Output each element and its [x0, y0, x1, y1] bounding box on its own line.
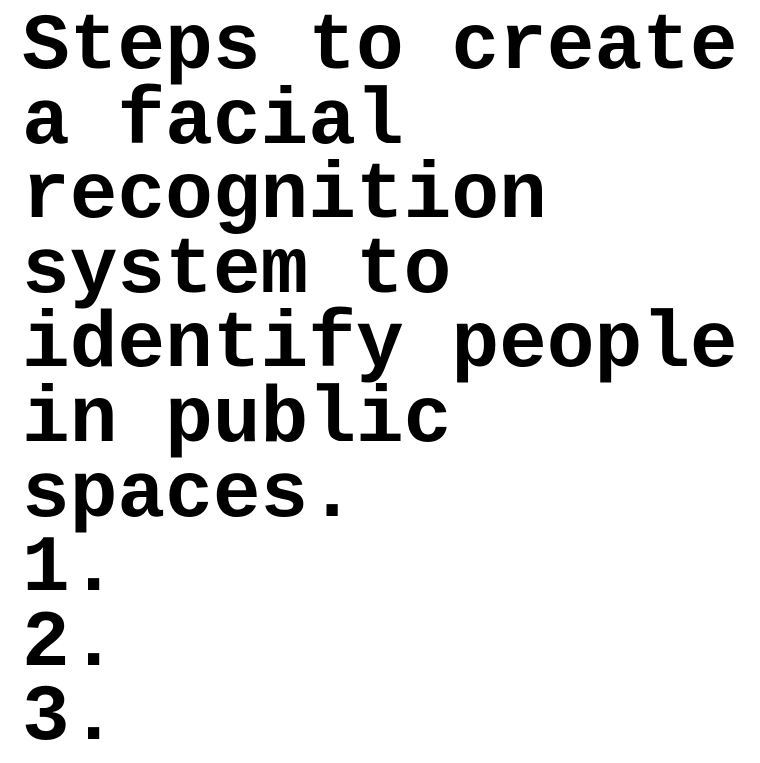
list-item: 2. — [22, 598, 118, 689]
title-line: Steps to create — [22, 2, 738, 92]
title-line: system to — [22, 225, 452, 316]
title-line: identify people — [22, 300, 738, 391]
title-line: spaces. — [22, 449, 356, 540]
title-line: a facial — [22, 76, 404, 167]
title-line: in public — [22, 374, 452, 465]
list-item: 1. — [22, 524, 118, 615]
list-item: 3. — [22, 673, 118, 763]
document-text: Steps to create a facial recognition system… — [0, 0, 760, 763]
title-line: recognition — [22, 151, 547, 242]
